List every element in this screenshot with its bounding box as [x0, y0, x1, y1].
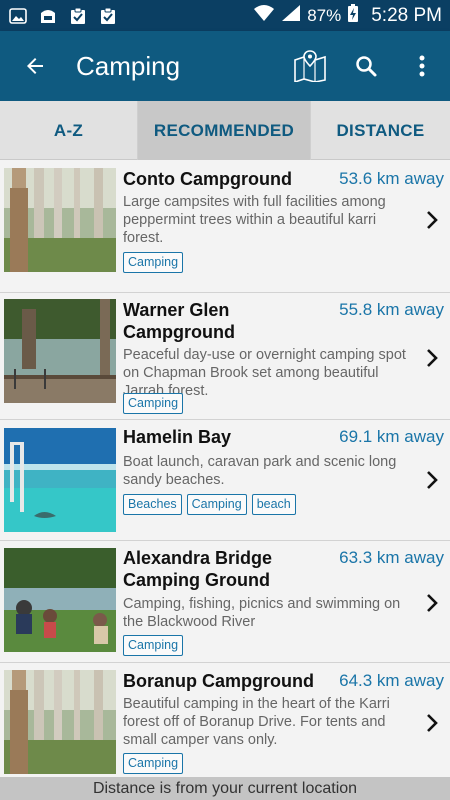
item-distance: 63.3 km away: [339, 548, 444, 567]
chevron-right-icon: [427, 211, 438, 229]
distance-footer-note: Distance is from your current location: [0, 777, 450, 800]
app-bar: Camping: [0, 31, 450, 101]
campground-list: Conto Campground 53.6 km away Large camp…: [0, 161, 450, 777]
item-title: Conto Campground: [123, 169, 292, 189]
item-title: Alexandra Bridge Camping Ground: [123, 548, 273, 590]
riverbank-picnic-thumbnail: [4, 548, 116, 652]
item-description: Camping, fishing, picnics and swimming o…: [123, 596, 401, 630]
more-vertical-icon: [419, 55, 425, 77]
list-item[interactable]: Boranup Campground 64.3 km away Beautifu…: [0, 664, 450, 777]
chevron-right-icon: [427, 594, 438, 612]
item-description: Boat launch, caravan park and scenic lon…: [123, 454, 397, 488]
tag-beaches[interactable]: Beaches: [123, 494, 182, 515]
item-title: Warner Glen Campground: [123, 300, 235, 342]
sort-tabs: A-Z RECOMMENDED DISTANCE: [0, 101, 450, 160]
item-distance: 55.8 km away: [339, 300, 444, 319]
beach-thumbnail: [4, 428, 116, 532]
chevron-right-icon: [427, 471, 438, 489]
chevron-right-icon: [427, 714, 438, 732]
clipboard-check-icon-2: [98, 7, 118, 25]
item-description: Beautiful camping in the heart of the Ka…: [123, 696, 390, 748]
item-distance: 53.6 km away: [339, 169, 444, 188]
store-notification-icon: [38, 7, 58, 25]
river-jetty-thumbnail: [4, 299, 116, 403]
overflow-menu-button[interactable]: [394, 31, 450, 101]
map-pin-icon: [294, 50, 326, 82]
battery-charging-icon: [347, 3, 359, 28]
item-description: Peaceful day-use or overnight camping sp…: [123, 347, 406, 399]
item-distance: 64.3 km away: [339, 671, 444, 690]
battery-percent: 87%: [307, 5, 342, 25]
clipboard-check-icon: [68, 7, 88, 25]
tag-beach[interactable]: beach: [251, 494, 296, 515]
search-icon: [356, 56, 377, 77]
tab-recommended[interactable]: RECOMMENDED: [138, 101, 311, 160]
karri-forest-thumbnail: [4, 168, 116, 272]
list-item[interactable]: Warner Glen Campground 55.8 km away Peac…: [0, 294, 450, 420]
tab-a-z[interactable]: A-Z: [0, 101, 138, 160]
page-title: Camping: [76, 50, 181, 81]
item-distance: 69.1 km away: [339, 427, 444, 446]
wifi-icon: [253, 4, 275, 27]
item-description: Large campsites with full facilities amo…: [123, 194, 386, 246]
list-item[interactable]: Hamelin Bay 69.1 km away Boat launch, ca…: [0, 421, 450, 541]
tag-camping[interactable]: Camping: [123, 635, 184, 656]
status-bar: 87% 5:28 PM: [0, 0, 450, 31]
back-button[interactable]: [0, 31, 70, 101]
tag-camping[interactable]: Camping: [123, 252, 184, 273]
tab-distance[interactable]: DISTANCE: [311, 101, 450, 160]
tag-camping[interactable]: Camping: [123, 753, 184, 774]
status-time: 5:28 PM: [371, 4, 442, 26]
signal-icon: [281, 4, 301, 27]
list-item[interactable]: Conto Campground 53.6 km away Large camp…: [0, 161, 450, 293]
arrow-left-icon: [27, 58, 43, 74]
gallery-notification-icon: [8, 7, 28, 25]
search-button[interactable]: [338, 31, 394, 101]
tag-camping[interactable]: Camping: [123, 393, 184, 414]
item-title: Boranup Campground: [123, 671, 314, 691]
chevron-right-icon: [427, 349, 438, 367]
map-button[interactable]: [282, 31, 338, 101]
list-item[interactable]: Alexandra Bridge Camping Ground 63.3 km …: [0, 542, 450, 663]
tag-camping[interactable]: Camping: [186, 494, 247, 515]
karri-forest-thumbnail: [4, 670, 116, 774]
item-title: Hamelin Bay: [123, 427, 232, 447]
